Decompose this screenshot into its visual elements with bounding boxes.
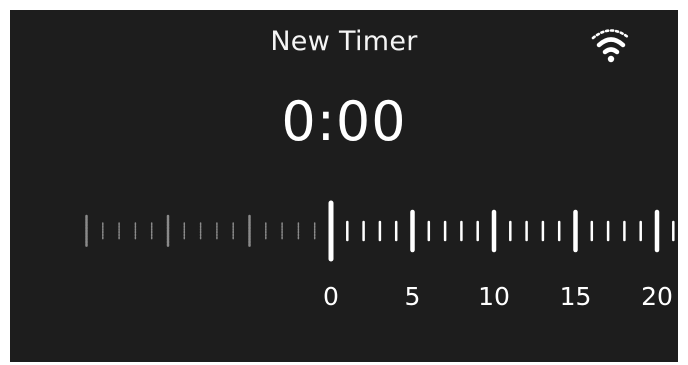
duration-dial[interactable]: [10, 198, 678, 268]
page-title: New Timer: [270, 26, 418, 57]
dial-label-5: 5: [404, 282, 421, 311]
dial-label-15: 15: [559, 282, 592, 311]
dial-label-0: 0: [323, 282, 339, 311]
wifi-connecting-icon[interactable]: [584, 24, 638, 64]
dial-label-20: 20: [641, 282, 673, 311]
timer-screen: New Timer 0:00 0 5 10 15 20: [10, 10, 678, 362]
dial-label-10: 10: [478, 282, 510, 311]
time-display: 0:00: [281, 90, 407, 153]
